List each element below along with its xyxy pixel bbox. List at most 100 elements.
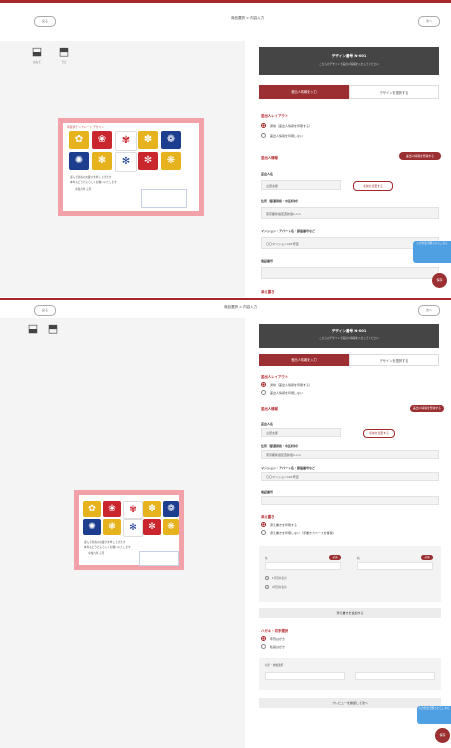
sender-section-title-2: 差出人情報 <box>261 407 278 411</box>
save-fab-2[interactable]: 保存 <box>435 728 450 743</box>
address-box <box>141 189 187 208</box>
phone-label: 電話番号 <box>261 259 274 263</box>
next-button[interactable]: 次へ <box>418 16 440 27</box>
preview-pane-2: ⬓ ⬒ ✿ ❀ ✾ ✽ ❁ ✺ ❃ ✻ ✼ ❋ 謹んで新春のお慶びを申し上げます… <box>0 318 245 748</box>
address-input[interactable]: 東京都新宿区西新宿1-1-1 <box>261 207 439 219</box>
back-label: うら <box>61 61 67 64</box>
back-button-2[interactable]: 戻る <box>34 305 56 316</box>
layout-radio-b2[interactable] <box>261 390 266 395</box>
layout-radio-b1[interactable] <box>261 382 266 387</box>
step-breadcrumb: 商品選択 > 内容入力 <box>231 16 265 20</box>
building-input-2[interactable]: 〇〇マンション101号室 <box>261 472 439 481</box>
line-check-2[interactable] <box>265 585 269 589</box>
postcard-preview-2: ✿ ❀ ✾ ✽ ❁ ✺ ❃ ✻ ✼ ❋ 謹んで新春のお慶びを申し上げます 本年も… <box>74 490 184 570</box>
banner-subtitle: こちらのデザインで差出人情報を入力してください <box>319 63 379 66</box>
preview-bar[interactable]: プレビューを確認して次へ <box>259 698 441 708</box>
address-box-2 <box>139 551 179 566</box>
tile-1: ✿ <box>69 131 89 149</box>
card-back-icon-2[interactable]: ⬒ <box>46 322 60 336</box>
top-bar: 戻る 商品選択 > 内容入力 次へ <box>0 3 451 41</box>
preview-bar-label: プレビューを確認して次へ <box>332 701 368 705</box>
phone-input-2[interactable] <box>261 496 439 505</box>
postcard-radio-1[interactable] <box>261 636 266 641</box>
layout-radio-1[interactable] <box>261 123 266 128</box>
card-text-b1: 謹んで新春のお慶びを申し上げます <box>84 541 126 544</box>
building-label-2: マンション・アパート名・部屋番号など <box>261 466 315 470</box>
tile-b7: ❃ <box>103 519 121 535</box>
tile-b4: ✽ <box>143 501 161 517</box>
postcard-field-label: 切手・枚数選択 <box>265 664 284 667</box>
tile-5: ❁ <box>161 131 181 149</box>
col-right-badge: 必須 <box>421 555 433 560</box>
tile-b1: ✿ <box>83 501 101 517</box>
phone-label-2: 電話番号 <box>261 490 274 494</box>
tab-sender-info-2[interactable]: 差出人情報を入力 <box>259 354 349 366</box>
banner-title-2: デザイン番号 N-001 <box>331 329 367 333</box>
layout-radio-2[interactable] <box>261 133 266 138</box>
layout-section-title: 差出人レイアウト <box>261 114 289 118</box>
tab-design[interactable]: デザインを選択する <box>349 85 439 99</box>
message-option-1: 添え書きを印刷する <box>270 523 298 527</box>
banner-title: デザイン番号 N-001 <box>331 54 367 58</box>
message-option-2: 添え書きを印刷しない（手書きスペースを確保） <box>270 531 336 535</box>
add-message-bar[interactable]: 添え書きを追加する <box>259 608 441 618</box>
col-right-label: 右 <box>357 557 360 560</box>
next-button-2[interactable]: 次へ <box>418 305 440 316</box>
name-label-2: 差出人名 <box>261 422 274 426</box>
name-input[interactable]: 山田太郎 <box>261 180 341 190</box>
col-left-badge: 必須 <box>329 555 341 560</box>
line-check-1[interactable] <box>265 576 269 580</box>
change-name-button[interactable]: 名前を変更する <box>353 181 393 191</box>
postcard-option-1: 年賀はがき <box>270 637 286 641</box>
help-tab-2[interactable]: 入力方法で困ったらこちら <box>417 706 451 724</box>
layout-option-b2: 差出人情報を印刷しない <box>270 391 304 395</box>
postcard-panel: 切手・枚数選択 <box>259 658 441 690</box>
message-columns-panel: 左 必須 右 必須 1行目を表示 2行目を表示 <box>259 546 441 602</box>
banner-subtitle-2: こちらのデザインで差出人情報を入力してください <box>319 337 379 340</box>
card-front-icon-2[interactable]: ⬓ <box>26 322 40 336</box>
card-text-3: 令和六年 元旦 <box>75 188 92 191</box>
tab-sender-info[interactable]: 差出人情報を入力 <box>259 85 349 99</box>
help-tab-label: 入力方法で困ったらこちら <box>416 242 448 245</box>
back-button[interactable]: 戻る <box>34 16 56 27</box>
tab-design-2[interactable]: デザインを選択する <box>349 354 439 366</box>
save-fab[interactable]: 保存 <box>432 273 447 288</box>
layout-section-title-2: 差出人レイアウト <box>261 375 289 379</box>
address-input-2[interactable]: 東京都新宿区西新宿1-1-1 <box>261 450 439 459</box>
design-banner-2: デザイン番号 N-001 こちらのデザインで差出人情報を入力してください <box>259 324 439 348</box>
card-back-icon[interactable]: ⬒ <box>57 45 71 59</box>
tile-10: ❋ <box>161 152 181 170</box>
register-sender-button-2[interactable]: 差出人情報を登録する <box>410 405 444 412</box>
tile-b3: ✾ <box>123 501 143 519</box>
col-right-input[interactable] <box>357 562 433 570</box>
line-option-2: 2行目を表示 <box>272 586 287 589</box>
postcard-section-title: ハガキ・切手選択 <box>261 629 289 633</box>
message-radio-1[interactable] <box>261 522 266 527</box>
card-text-b3: 令和六年 元旦 <box>88 552 105 555</box>
col-left-label: 左 <box>265 557 268 560</box>
name-label: 差出人名 <box>261 172 274 176</box>
step-breadcrumb-2: 商品選択 > 内容入力 <box>224 305 258 309</box>
col-left-input[interactable] <box>265 562 341 570</box>
card-title: 年賀状テンプレート デザイン <box>67 125 105 129</box>
address-label: 住所（都道府県・市区町村） <box>261 199 301 203</box>
postcard-radio-2[interactable] <box>261 644 266 649</box>
tile-b2: ❀ <box>103 501 121 517</box>
card-text-1: 謹んで新春のお慶びを申し上げます <box>70 176 112 179</box>
message-section-title: 添え書き <box>261 515 275 519</box>
preview-pane: ⬓ おもて ⬒ うら 年賀状テンプレート デザイン ✿ ❀ ✾ ✽ ❁ ✺ ❃ … <box>0 41 245 297</box>
front-label: おもて <box>33 61 41 64</box>
postcard-select-right[interactable] <box>355 672 435 680</box>
register-sender-button[interactable]: 差出人情報を登録する <box>399 152 441 160</box>
name-input-2[interactable]: 山田太郎 <box>261 428 341 437</box>
line-option-1: 1行目を表示 <box>272 577 287 580</box>
card-front-icon[interactable]: ⬓ <box>30 45 44 59</box>
phone-input[interactable] <box>261 267 439 279</box>
layout-option-b1: 通常（差出人情報を印刷する） <box>270 383 313 387</box>
change-name-button-2[interactable]: 名前を変更する <box>363 429 395 438</box>
design-banner: デザイン番号 N-001 こちらのデザインで差出人情報を入力してください <box>259 47 439 75</box>
help-tab[interactable]: 入力方法で困ったらこちら <box>413 241 451 263</box>
message-radio-2[interactable] <box>261 530 266 535</box>
tile-6: ✺ <box>69 152 89 170</box>
postcard-select-left[interactable] <box>265 672 345 680</box>
